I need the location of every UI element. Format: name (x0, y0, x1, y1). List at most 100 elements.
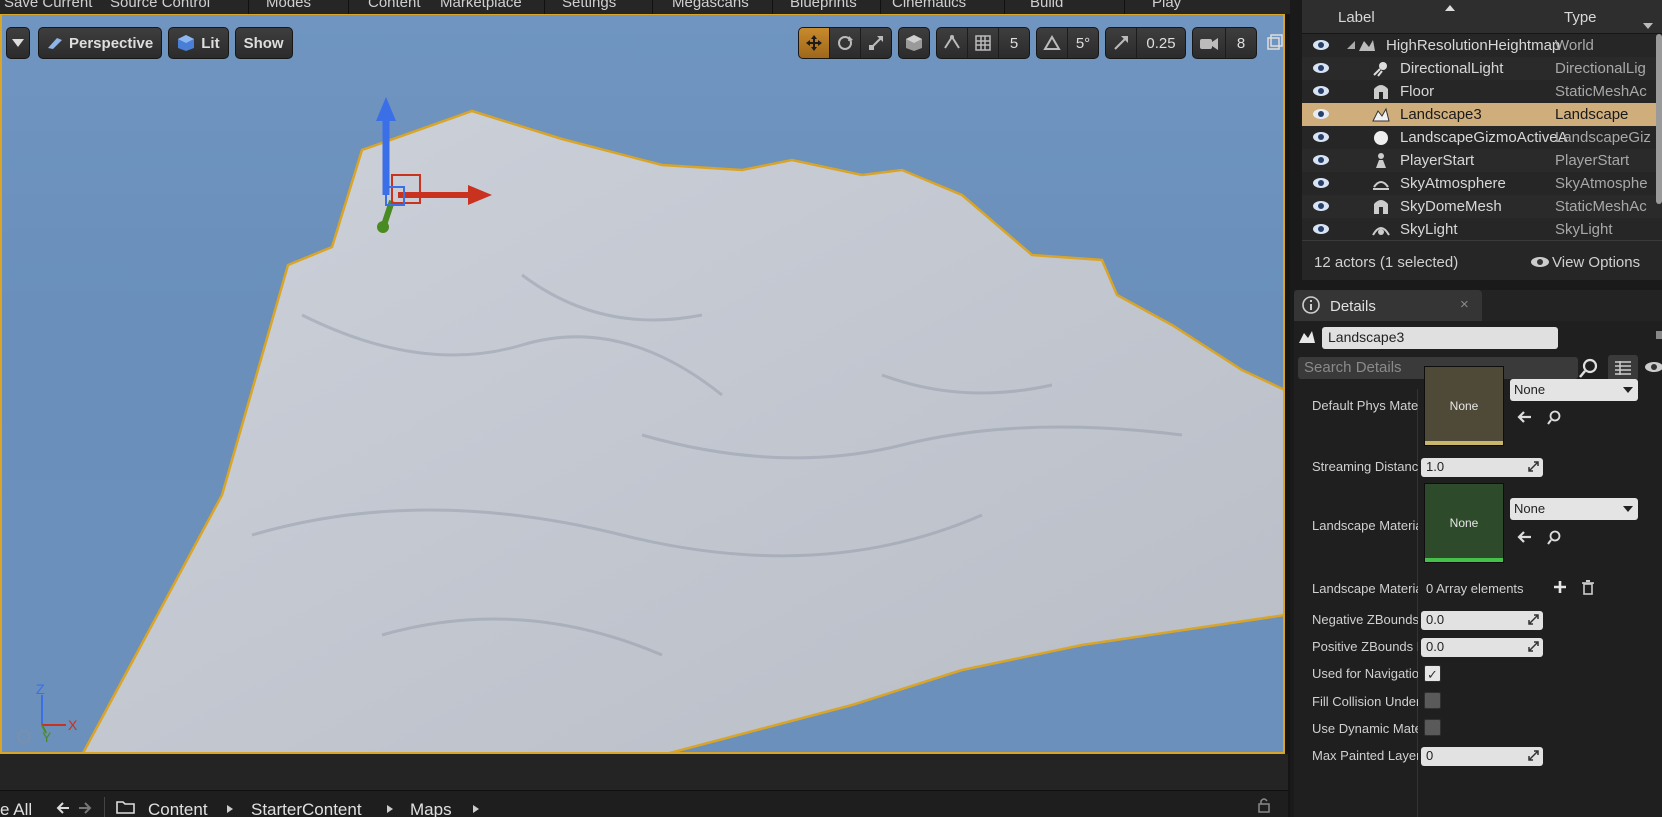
toolbar-build[interactable]: Build (1030, 0, 1063, 11)
drag-resize-icon[interactable] (1528, 614, 1539, 625)
forward-arrow-icon[interactable] (78, 801, 92, 815)
toolbar-play[interactable]: Play (1152, 0, 1181, 11)
trash-icon[interactable] (1580, 579, 1596, 595)
outliner-row-skyatmosphere[interactable]: SkyAtmosphere SkyAtmosphe (1302, 172, 1662, 195)
transform-mode-group (798, 27, 892, 59)
positive-zbounds-field[interactable]: 0.0 (1421, 638, 1543, 657)
phys-material-thumbnail[interactable]: None (1424, 366, 1504, 446)
visibility-eye-icon[interactable] (1312, 200, 1330, 212)
world-local-button[interactable] (899, 28, 929, 58)
visibility-eye-icon[interactable] (1312, 154, 1330, 166)
viewport-transform-toolbar: 5 5° 0.25 8 (798, 27, 1283, 59)
back-arrow-icon[interactable] (56, 801, 70, 815)
default-phys-material-label: Default Phys Mater (1312, 398, 1418, 413)
type-column-header[interactable]: Type (1564, 9, 1597, 26)
level-viewport[interactable]: Perspective Lit Show 5 5° 0.25 8 Z X Y (0, 14, 1285, 754)
show-button[interactable]: Show (234, 27, 293, 59)
visibility-eye-icon[interactable] (1312, 62, 1330, 74)
lock-icon[interactable] (1256, 797, 1272, 813)
outliner-row-skylight[interactable]: SkyLight SkyLight (1302, 218, 1662, 241)
toolbar-settings[interactable]: Settings (562, 0, 616, 11)
drag-resize-icon[interactable] (1528, 750, 1539, 761)
object-name-field[interactable]: Landscape3 (1322, 327, 1558, 349)
details-panel: Details × Landscape3 Search Details Defa… (1294, 290, 1662, 817)
breadcrumb-maps[interactable]: Maps (410, 800, 452, 817)
used-for-navigation-checkbox[interactable]: ✓ (1424, 665, 1441, 682)
outliner-row-landscape3[interactable]: Landscape3 Landscape (1302, 103, 1662, 126)
search-icon[interactable] (1546, 529, 1562, 545)
use-selected-arrow-icon[interactable] (1516, 409, 1532, 425)
outliner-row-playerstart[interactable]: PlayerStart PlayerStart (1302, 149, 1662, 172)
close-icon[interactable]: × (1460, 296, 1469, 313)
outliner-row-world[interactable]: HighResolutionHeightmap World (1302, 34, 1662, 57)
rotate-mode-button[interactable] (830, 28, 861, 58)
toolbar-source-control[interactable]: Source Control (110, 0, 210, 11)
phys-material-combo[interactable]: None (1510, 379, 1638, 401)
rotation-snap-button[interactable] (1037, 28, 1068, 58)
grid-snap-value[interactable]: 5 (999, 28, 1029, 58)
landscape-terrain[interactable] (2, 15, 1285, 754)
eye-icon[interactable] (1644, 361, 1662, 373)
terrain-mesh[interactable] (82, 109, 1285, 754)
streaming-distance-field[interactable]: 1.0 (1421, 458, 1543, 477)
breadcrumb-startercontent[interactable]: StarterContent (251, 800, 362, 817)
scale-snap-button[interactable] (1106, 28, 1137, 58)
use-dynamic-material-checkbox[interactable] (1424, 719, 1441, 736)
visibility-eye-icon[interactable] (1312, 177, 1330, 189)
toolbar-blueprints[interactable]: Blueprints (790, 0, 857, 11)
visibility-eye-icon[interactable] (1312, 85, 1330, 97)
visibility-eye-icon[interactable] (1312, 131, 1330, 143)
toolbar-cinematics[interactable]: Cinematics (892, 0, 966, 11)
scale-mode-button[interactable] (861, 28, 891, 58)
landscape-material-combo[interactable]: None (1510, 498, 1638, 520)
static-mesh-icon (1374, 85, 1388, 99)
drag-resize-icon[interactable] (1528, 461, 1539, 472)
maximize-viewport-button[interactable] (1267, 33, 1283, 53)
label-column-header[interactable]: Label (1338, 9, 1375, 26)
details-tab[interactable]: Details × (1294, 290, 1482, 321)
visibility-eye-icon[interactable] (1312, 223, 1330, 235)
toolbar-save-current[interactable]: Save Current (4, 0, 92, 11)
scale-snap-value[interactable]: 0.25 (1137, 28, 1185, 58)
surface-snap-button[interactable] (937, 28, 968, 58)
search-icon[interactable] (1546, 409, 1562, 425)
outliner-row-skydomemesh[interactable]: SkyDomeMesh StaticMeshAc (1302, 195, 1662, 218)
toolbar-marketplace[interactable]: Marketplace (440, 0, 522, 11)
outliner-row-landscapegizmo[interactable]: LandscapeGizmoActiveA LandscapeGiz (1302, 126, 1662, 149)
negative-zbounds-field[interactable]: 0.0 (1421, 611, 1543, 630)
lock-icon[interactable] (1655, 327, 1662, 341)
visibility-eye-icon[interactable] (1312, 39, 1330, 51)
max-painted-layers-field[interactable]: 0 (1421, 747, 1543, 766)
search-icon[interactable] (1578, 357, 1600, 379)
landscape-material-thumbnail[interactable]: None (1424, 483, 1504, 563)
path-separator (104, 797, 105, 817)
outliner-row-floor[interactable]: Floor StaticMeshAc (1302, 80, 1662, 103)
toolbar-megascans[interactable]: Megascans (672, 0, 749, 11)
drag-resize-icon[interactable] (1528, 641, 1539, 652)
visibility-eye-icon[interactable] (1312, 108, 1330, 120)
breadcrumb-content[interactable]: Content (148, 800, 208, 817)
fill-collision-under-checkbox[interactable] (1424, 692, 1441, 709)
perspective-button[interactable]: Perspective (38, 27, 163, 59)
use-selected-arrow-icon[interactable] (1516, 529, 1532, 545)
toolbar-content[interactable]: Content (368, 0, 421, 11)
view-options-button[interactable]: View Options (1552, 254, 1640, 271)
rotation-snap-value[interactable]: 5° (1068, 28, 1098, 58)
translate-mode-button[interactable] (799, 28, 830, 58)
select-all-button[interactable]: e All (0, 800, 32, 817)
toolbar-separator (652, 0, 653, 14)
toolbar-separator (880, 0, 881, 14)
grid-snap-button[interactable] (968, 28, 999, 58)
tree-expand-icon[interactable] (1346, 40, 1356, 50)
add-icon[interactable] (1552, 579, 1568, 595)
camera-speed-value[interactable]: 8 (1226, 28, 1256, 58)
viewport-options-dropdown[interactable] (6, 27, 30, 59)
property-matrix-button[interactable] (1608, 355, 1638, 381)
chevron-down-icon[interactable] (1642, 22, 1654, 30)
outliner-row-directionallight[interactable]: DirectionalLight DirectionalLig (1302, 57, 1662, 80)
streaming-distance-value: 1.0 (1426, 459, 1445, 474)
camera-speed-button[interactable] (1193, 28, 1226, 58)
lit-button[interactable]: Lit (168, 27, 229, 59)
outliner-scrollbar[interactable] (1656, 34, 1662, 204)
toolbar-modes[interactable]: Modes (266, 0, 311, 11)
